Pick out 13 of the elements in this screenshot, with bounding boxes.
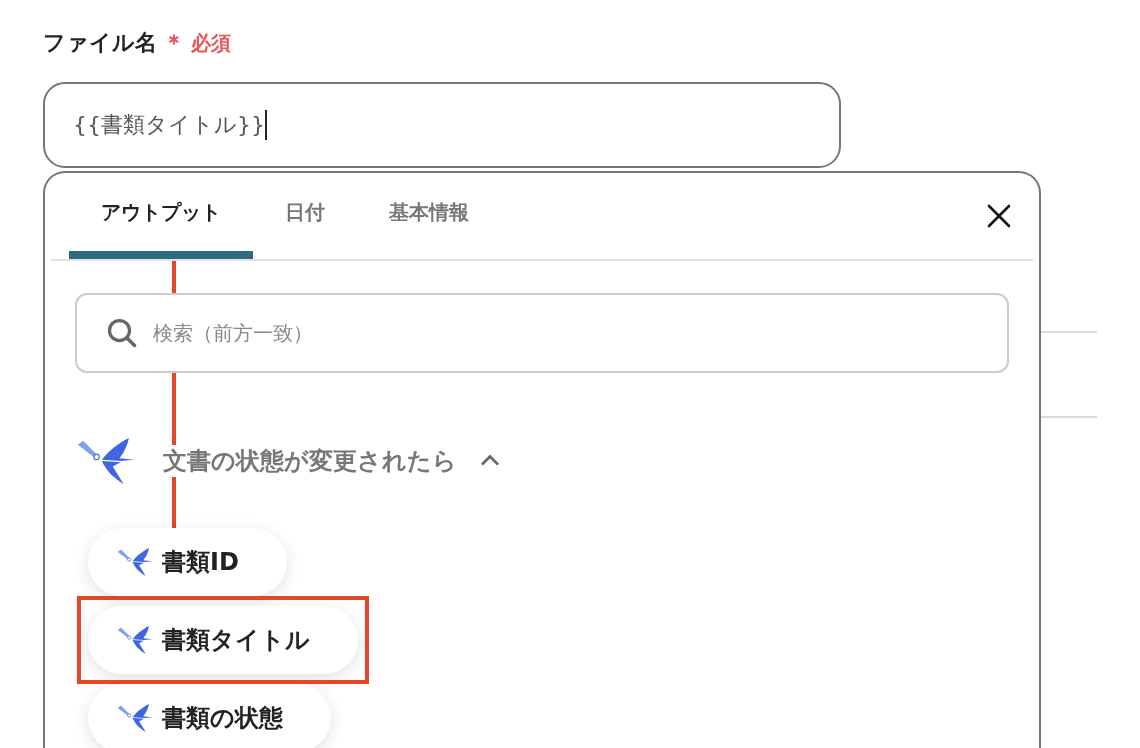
text-cursor — [265, 110, 267, 140]
output-item[interactable]: 書類の状態 — [88, 684, 331, 748]
file-name-field[interactable]: {{書類タイトル}} — [43, 82, 841, 168]
output-item[interactable]: 書類ID — [88, 528, 287, 596]
field-label: ファイル名 — [43, 29, 157, 57]
required-label: 必須 — [191, 30, 231, 57]
output-item[interactable]: 書類タイトル — [88, 606, 358, 674]
close-icon — [987, 204, 1011, 228]
tab[interactable]: アウトプット — [69, 173, 253, 259]
search-field[interactable]: 検索（前方一致） — [75, 293, 1009, 373]
required-asterisk: ＊ — [163, 29, 185, 57]
search-icon — [107, 318, 137, 348]
close-button[interactable] — [987, 204, 1011, 228]
